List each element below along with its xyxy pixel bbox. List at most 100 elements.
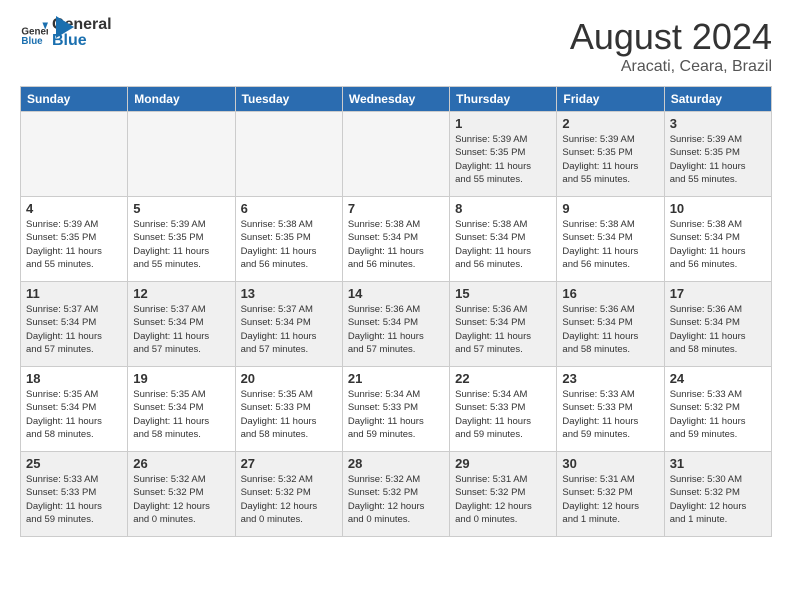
calendar-day-cell: 18 Sunrise: 5:35 AM Sunset: 5:34 PM Dayli… <box>21 367 128 452</box>
day-number: 10 <box>670 201 766 216</box>
day-info: Sunrise: 5:38 AM Sunset: 5:35 PM Dayligh… <box>241 218 337 271</box>
calendar-day-cell: 15 Sunrise: 5:36 AM Sunset: 5:34 PM Dayli… <box>450 282 557 367</box>
location-subtitle: Aracati, Ceara, Brazil <box>570 58 772 76</box>
calendar-day-cell <box>21 112 128 197</box>
day-info: Sunrise: 5:33 AM Sunset: 5:33 PM Dayligh… <box>26 473 122 526</box>
day-number: 18 <box>26 371 122 386</box>
day-number: 9 <box>562 201 658 216</box>
day-number: 7 <box>348 201 444 216</box>
day-info: Sunrise: 5:32 AM Sunset: 5:32 PM Dayligh… <box>241 473 337 526</box>
day-info: Sunrise: 5:30 AM Sunset: 5:32 PM Dayligh… <box>670 473 766 526</box>
day-number: 19 <box>133 371 229 386</box>
calendar-day-cell: 23Sunrise: 5:33 AM Sunset: 5:33 PM Dayli… <box>557 367 664 452</box>
day-number: 16 <box>562 286 658 301</box>
day-number: 17 <box>670 286 766 301</box>
day-number: 29 <box>455 456 551 471</box>
calendar-day-cell: 14 Sunrise: 5:36 AM Sunset: 5:34 PM Dayli… <box>342 282 449 367</box>
day-info: Sunrise: 5:31 AM Sunset: 5:32 PM Dayligh… <box>455 473 551 526</box>
day-number: 27 <box>241 456 337 471</box>
day-number: 4 <box>26 201 122 216</box>
day-info: Sunrise: 5:39 AM Sunset: 5:35 PM Dayligh… <box>26 218 122 271</box>
weekday-header-cell: Friday <box>557 87 664 112</box>
day-info: Sunrise: 5:36 AM Sunset: 5:34 PM Dayligh… <box>348 303 444 356</box>
calendar-week-row: 4 Sunrise: 5:39 AM Sunset: 5:35 PM Daylig… <box>21 197 772 282</box>
day-info: Sunrise: 5:39 AM Sunset: 5:35 PM Dayligh… <box>562 133 658 186</box>
day-info: Sunrise: 5:36 AM Sunset: 5:34 PM Dayligh… <box>455 303 551 356</box>
day-number: 15 <box>455 286 551 301</box>
calendar-day-cell <box>128 112 235 197</box>
day-number: 28 <box>348 456 444 471</box>
calendar-day-cell: 27 Sunrise: 5:32 AM Sunset: 5:32 PM Dayli… <box>235 452 342 537</box>
day-number: 3 <box>670 116 766 131</box>
calendar-day-cell: 22 Sunrise: 5:34 AM Sunset: 5:33 PM Dayli… <box>450 367 557 452</box>
weekday-header-cell: Saturday <box>664 87 771 112</box>
day-number: 14 <box>348 286 444 301</box>
calendar-day-cell: 24Sunrise: 5:33 AM Sunset: 5:32 PM Dayli… <box>664 367 771 452</box>
calendar-day-cell: 5 Sunrise: 5:39 AM Sunset: 5:35 PM Daylig… <box>128 197 235 282</box>
title-block: August 2024 Aracati, Ceara, Brazil <box>570 16 772 76</box>
day-info: Sunrise: 5:35 AM Sunset: 5:33 PM Dayligh… <box>241 388 337 441</box>
calendar-day-cell: 6 Sunrise: 5:38 AM Sunset: 5:35 PM Daylig… <box>235 197 342 282</box>
day-number: 5 <box>133 201 229 216</box>
weekday-header-cell: Thursday <box>450 87 557 112</box>
calendar-day-cell: 28 Sunrise: 5:32 AM Sunset: 5:32 PM Dayli… <box>342 452 449 537</box>
day-info: Sunrise: 5:32 AM Sunset: 5:32 PM Dayligh… <box>133 473 229 526</box>
day-info: Sunrise: 5:32 AM Sunset: 5:32 PM Dayligh… <box>348 473 444 526</box>
calendar-day-cell: 17Sunrise: 5:36 AM Sunset: 5:34 PM Dayli… <box>664 282 771 367</box>
day-info: Sunrise: 5:38 AM Sunset: 5:34 PM Dayligh… <box>562 218 658 271</box>
day-info: Sunrise: 5:38 AM Sunset: 5:34 PM Dayligh… <box>670 218 766 271</box>
day-info: Sunrise: 5:38 AM Sunset: 5:34 PM Dayligh… <box>455 218 551 271</box>
day-info: Sunrise: 5:38 AM Sunset: 5:34 PM Dayligh… <box>348 218 444 271</box>
calendar-day-cell: 19 Sunrise: 5:35 AM Sunset: 5:34 PM Dayli… <box>128 367 235 452</box>
day-number: 6 <box>241 201 337 216</box>
day-number: 25 <box>26 456 122 471</box>
calendar-day-cell: 10 Sunrise: 5:38 AM Sunset: 5:34 PM Dayli… <box>664 197 771 282</box>
day-number: 2 <box>562 116 658 131</box>
day-number: 24 <box>670 371 766 386</box>
month-year-title: August 2024 <box>570 16 772 58</box>
weekday-header-row: SundayMondayTuesdayWednesdayThursdayFrid… <box>21 87 772 112</box>
calendar-day-cell: 2 Sunrise: 5:39 AM Sunset: 5:35 PM Daylig… <box>557 112 664 197</box>
calendar-day-cell: 7 Sunrise: 5:38 AM Sunset: 5:34 PM Daylig… <box>342 197 449 282</box>
day-number: 21 <box>348 371 444 386</box>
svg-text:Blue: Blue <box>21 36 43 47</box>
logo-arrow-icon <box>56 16 74 38</box>
calendar-day-cell: 3Sunrise: 5:39 AM Sunset: 5:35 PM Daylig… <box>664 112 771 197</box>
weekday-header-cell: Sunday <box>21 87 128 112</box>
calendar-week-row: 11 Sunrise: 5:37 AM Sunset: 5:34 PM Dayli… <box>21 282 772 367</box>
day-info: Sunrise: 5:36 AM Sunset: 5:34 PM Dayligh… <box>562 303 658 356</box>
calendar-day-cell: 1Sunrise: 5:39 AM Sunset: 5:35 PM Daylig… <box>450 112 557 197</box>
day-info: Sunrise: 5:37 AM Sunset: 5:34 PM Dayligh… <box>241 303 337 356</box>
calendar-week-row: 25 Sunrise: 5:33 AM Sunset: 5:33 PM Dayli… <box>21 452 772 537</box>
calendar-day-cell: 9 Sunrise: 5:38 AM Sunset: 5:34 PM Daylig… <box>557 197 664 282</box>
day-number: 11 <box>26 286 122 301</box>
calendar-week-row: 1Sunrise: 5:39 AM Sunset: 5:35 PM Daylig… <box>21 112 772 197</box>
day-info: Sunrise: 5:39 AM Sunset: 5:35 PM Dayligh… <box>455 133 551 186</box>
day-info: Sunrise: 5:34 AM Sunset: 5:33 PM Dayligh… <box>455 388 551 441</box>
calendar-day-cell: 26Sunrise: 5:32 AM Sunset: 5:32 PM Dayli… <box>128 452 235 537</box>
day-number: 30 <box>562 456 658 471</box>
day-info: Sunrise: 5:35 AM Sunset: 5:34 PM Dayligh… <box>26 388 122 441</box>
calendar-week-row: 18 Sunrise: 5:35 AM Sunset: 5:34 PM Dayli… <box>21 367 772 452</box>
calendar-day-cell: 11Sunrise: 5:37 AM Sunset: 5:34 PM Dayli… <box>21 282 128 367</box>
calendar-day-cell: 12 Sunrise: 5:37 AM Sunset: 5:34 PM Dayli… <box>128 282 235 367</box>
day-info: Sunrise: 5:37 AM Sunset: 5:34 PM Dayligh… <box>133 303 229 356</box>
calendar-day-cell: 30Sunrise: 5:31 AM Sunset: 5:32 PM Dayli… <box>557 452 664 537</box>
day-info: Sunrise: 5:39 AM Sunset: 5:35 PM Dayligh… <box>133 218 229 271</box>
logo: General Blue General Blue <box>20 16 74 49</box>
day-number: 12 <box>133 286 229 301</box>
calendar-body: 1Sunrise: 5:39 AM Sunset: 5:35 PM Daylig… <box>21 112 772 537</box>
calendar-day-cell: 4 Sunrise: 5:39 AM Sunset: 5:35 PM Daylig… <box>21 197 128 282</box>
calendar-day-cell: 29 Sunrise: 5:31 AM Sunset: 5:32 PM Dayli… <box>450 452 557 537</box>
page-header: General Blue General Blue August 2024 Ar… <box>20 16 772 76</box>
calendar-table: SundayMondayTuesdayWednesdayThursdayFrid… <box>20 86 772 537</box>
calendar-day-cell <box>235 112 342 197</box>
calendar-day-cell: 25 Sunrise: 5:33 AM Sunset: 5:33 PM Dayli… <box>21 452 128 537</box>
day-info: Sunrise: 5:35 AM Sunset: 5:34 PM Dayligh… <box>133 388 229 441</box>
day-number: 20 <box>241 371 337 386</box>
logo-icon: General Blue <box>20 19 48 47</box>
calendar-day-cell: 13Sunrise: 5:37 AM Sunset: 5:34 PM Dayli… <box>235 282 342 367</box>
day-number: 22 <box>455 371 551 386</box>
calendar-day-cell: 20 Sunrise: 5:35 AM Sunset: 5:33 PM Dayli… <box>235 367 342 452</box>
calendar-day-cell: 8Sunrise: 5:38 AM Sunset: 5:34 PM Daylig… <box>450 197 557 282</box>
